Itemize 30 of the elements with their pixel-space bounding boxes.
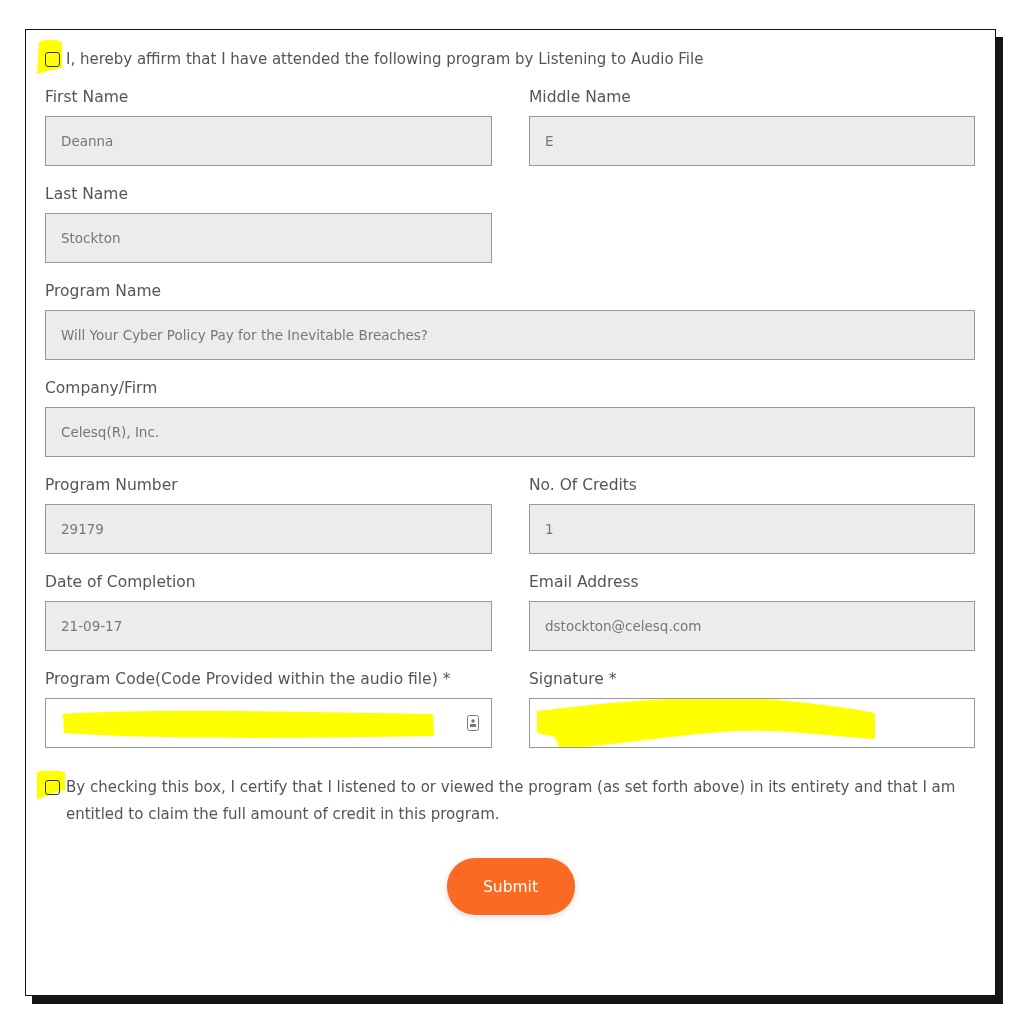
field-label: Date of Completion [45, 572, 197, 592]
field-label: Company/Firm [45, 378, 159, 398]
field-label: Middle Name [529, 87, 632, 107]
field-value: Deanna [61, 133, 114, 149]
submit-button[interactable]: Submit [446, 858, 575, 915]
contact-card-icon [467, 715, 479, 731]
input-field[interactable] [45, 698, 492, 748]
input-field[interactable] [529, 698, 975, 748]
field-label: Program Name [45, 281, 163, 301]
highlight-mark [35, 38, 63, 76]
field-value: 1 [545, 521, 554, 537]
field-value: Stockton [61, 230, 121, 246]
field-label: Signature * [529, 669, 618, 689]
field-value: dstockton@celesq.com [545, 618, 702, 634]
field-label: Program Number [45, 475, 179, 495]
checkbox[interactable] [45, 780, 60, 795]
field-label: First Name [45, 87, 130, 107]
field-label: Email Address [529, 572, 640, 592]
checkbox[interactable] [45, 52, 60, 67]
field-label: Last Name [45, 184, 129, 204]
highlight-mark [35, 770, 67, 802]
field-value: E [545, 133, 554, 149]
affirm-text: I, hereby affirm that I have attended the following program by Listening to Audio File [66, 49, 704, 70]
certify-text: By checking this box, I certify that I listened to or viewed the program (as set forth above) in its entirety and that I am entitled to claim the full amount of credit in this program. [66, 777, 957, 825]
field-value: 21-09-17 [61, 618, 123, 634]
field-label: No. Of Credits [529, 475, 638, 495]
field-label: Program Code(Code Provided within the audio file) * [45, 669, 452, 689]
field-value: Celesq(R), Inc. [61, 424, 160, 440]
field-value: 29179 [61, 521, 104, 537]
field-value: Will Your Cyber Policy Pay for the Inevitable Breaches? [61, 327, 428, 343]
